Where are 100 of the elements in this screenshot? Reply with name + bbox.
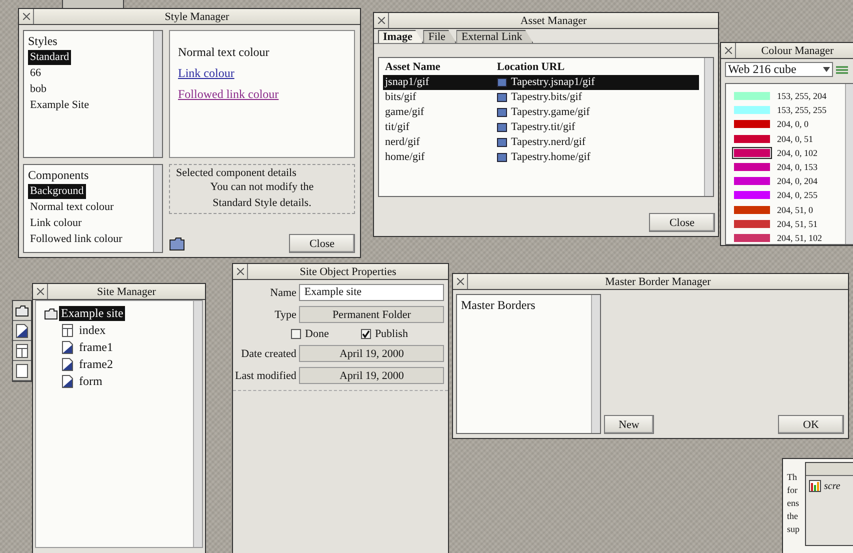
checkbox[interactable] xyxy=(291,329,302,339)
close-icon[interactable] xyxy=(22,13,30,20)
frameset-icon[interactable] xyxy=(16,344,28,358)
document-text: sup xyxy=(787,524,800,534)
tree-item[interactable]: Example site xyxy=(59,306,126,321)
colour-value: 204, 0, 51 xyxy=(777,134,813,144)
close-icon[interactable] xyxy=(724,47,732,54)
list-heading: Master Borders xyxy=(461,297,536,313)
document-icon[interactable] xyxy=(16,364,28,378)
table-cell: game/gif xyxy=(385,105,424,120)
close-icon[interactable] xyxy=(236,268,244,275)
preview-link[interactable]: Followed link colour xyxy=(178,87,279,102)
tree-item[interactable]: frame1 xyxy=(77,340,115,355)
component-item[interactable]: Followed link colour xyxy=(28,232,124,247)
colour-value: 153, 255, 255 xyxy=(777,105,826,116)
palette-dropdown[interactable]: Web 216 cube xyxy=(725,62,833,77)
field-label: Last modified xyxy=(235,370,296,382)
document-text: for xyxy=(787,485,798,495)
table-cell: nerd/gif xyxy=(385,135,420,150)
close-button[interactable]: Close xyxy=(649,213,715,232)
tab[interactable]: Image xyxy=(378,30,424,43)
tab[interactable]: External Link xyxy=(456,30,534,43)
page-icon[interactable] xyxy=(16,324,28,338)
field-label: Type xyxy=(274,308,296,320)
field-label: Name xyxy=(270,286,296,298)
component-item[interactable]: Background xyxy=(28,184,86,199)
page-icon xyxy=(62,341,73,354)
caret-icon xyxy=(823,67,830,72)
document-text: the xyxy=(787,511,798,521)
colour-value: 204, 0, 255 xyxy=(777,190,818,200)
frameset-icon xyxy=(62,324,73,337)
table-cell: tit/gif xyxy=(385,120,410,135)
window-title: Asset Manager xyxy=(519,14,588,26)
tab[interactable]: File xyxy=(423,30,456,43)
name-field[interactable]: Example site xyxy=(299,284,444,301)
page-icon xyxy=(62,375,73,388)
table-cell: jsnap1/gif xyxy=(385,75,429,90)
image-file-icon xyxy=(809,480,821,492)
table-cell: Tapestry.home/gif xyxy=(511,150,590,165)
file-name: scre xyxy=(824,480,840,492)
details-message: You can not modify the Standard Style details. xyxy=(209,180,315,211)
date-value: April 19, 2000 xyxy=(299,367,444,384)
tree-item[interactable]: index xyxy=(77,323,108,338)
colour-value: 204, 0, 153 xyxy=(777,162,818,172)
colour-value: 204, 51, 102 xyxy=(777,232,822,243)
palette-icon xyxy=(836,64,848,74)
close-icon[interactable] xyxy=(36,288,44,295)
table-cell: bits/gif xyxy=(385,90,416,105)
document-text: ens xyxy=(787,498,799,508)
table-cell: Tapestry.jsnap1/gif xyxy=(511,75,595,90)
table-row[interactable]: jsnap1/gif Tapestry.jsnap1/gif xyxy=(383,75,699,90)
colour-value: 204, 0, 0 xyxy=(777,119,808,130)
preview-link[interactable]: Link colour xyxy=(178,66,234,81)
preview-text: Normal text colour xyxy=(178,45,270,60)
table-row[interactable]: tit/gif Tapestry.tit/gif xyxy=(383,120,699,135)
tree-item[interactable]: frame2 xyxy=(77,357,115,372)
table-cell: home/gif xyxy=(385,150,425,165)
style-item[interactable]: Standard xyxy=(28,50,72,65)
colour-value: 204, 0, 102 xyxy=(777,148,818,158)
window-title: Site Object Properties xyxy=(298,266,398,278)
list-heading: Styles xyxy=(28,33,58,49)
tree-item[interactable]: form xyxy=(77,374,104,389)
close-button[interactable]: Close xyxy=(289,234,355,253)
window-title: Style Manager xyxy=(164,10,230,22)
table-row[interactable]: home/gif Tapestry.home/gif xyxy=(383,150,699,165)
style-item[interactable]: 66 xyxy=(28,66,43,81)
window-title: Master Border Manager xyxy=(604,276,712,288)
table-cell: Tapestry.nerd/gif xyxy=(511,135,586,150)
column-header: Asset Name xyxy=(385,60,440,75)
field-label: Date created xyxy=(241,348,296,360)
new-button[interactable]: New xyxy=(604,415,654,434)
table-row[interactable]: nerd/gif Tapestry.nerd/gif xyxy=(383,135,699,150)
list-heading: Components xyxy=(28,167,89,183)
table-row[interactable]: bits/gif Tapestry.bits/gif xyxy=(383,90,699,105)
ok-button[interactable]: OK xyxy=(778,415,844,434)
column-header: Location URL xyxy=(497,60,565,75)
checkbox-label: Done xyxy=(305,328,329,340)
style-item[interactable]: Example Site xyxy=(28,98,91,113)
table-cell: Tapestry.bits/gif xyxy=(511,90,582,105)
group-label: Selected component details xyxy=(176,167,296,179)
colour-value: 153, 255, 204 xyxy=(777,91,826,102)
style-item[interactable]: bob xyxy=(28,82,48,97)
window-title: Site Manager xyxy=(96,286,157,298)
component-item[interactable]: Normal text colour xyxy=(28,200,116,215)
colour-value: 204, 0, 204 xyxy=(777,176,818,186)
checkbox[interactable] xyxy=(360,329,371,339)
checkbox-label: Publish xyxy=(374,328,408,340)
close-icon[interactable] xyxy=(456,278,464,285)
table-cell: Tapestry.tit/gif xyxy=(511,120,576,135)
date-value: April 19, 2000 xyxy=(299,345,444,362)
close-icon[interactable] xyxy=(378,17,384,24)
colour-value: 204, 51, 51 xyxy=(777,218,818,229)
table-row[interactable]: game/gif Tapestry.game/gif xyxy=(383,105,699,120)
table-cell: Tapestry.game/gif xyxy=(511,105,590,120)
document-text: Th xyxy=(787,472,797,482)
window-title: Colour Manager xyxy=(760,44,835,56)
colour-value: 204, 51, 0 xyxy=(777,204,813,215)
component-item[interactable]: Link colour xyxy=(28,216,84,231)
type-value: Permanent Folder xyxy=(299,306,444,323)
page-icon xyxy=(62,358,73,371)
